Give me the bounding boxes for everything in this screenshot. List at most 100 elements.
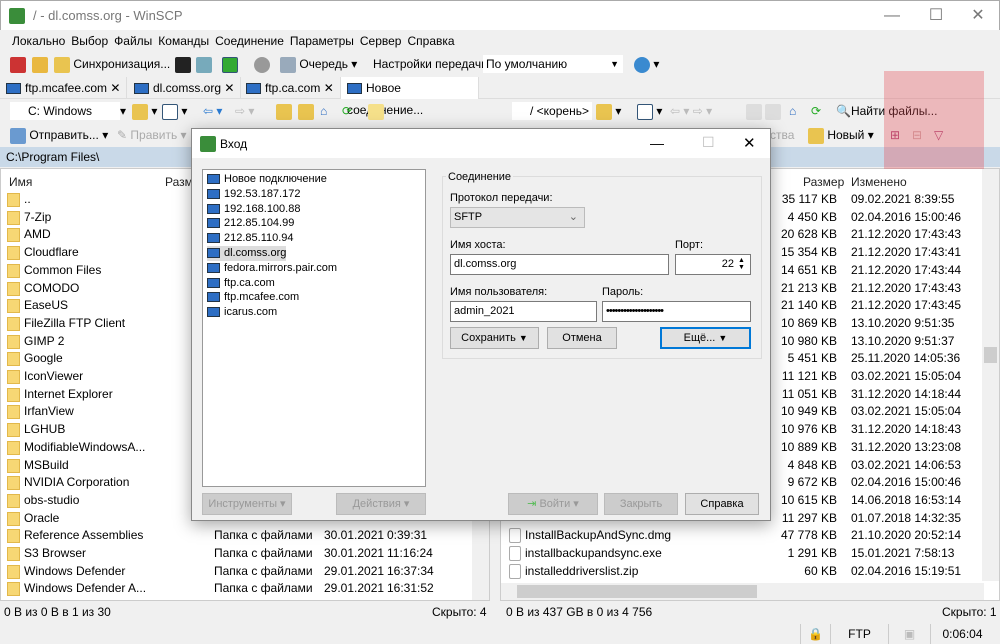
group-label: Соединение xyxy=(446,171,514,183)
tab-new-connection[interactable]: Новое соединение... xyxy=(341,77,479,117)
refresh-icon[interactable] xyxy=(222,56,238,73)
table-row[interactable]: installbackupandsync.exe 1 291 KB 15.01.20… xyxy=(501,545,999,563)
menu-options[interactable]: Параметры xyxy=(287,30,357,52)
open-folder-icon[interactable] xyxy=(596,103,612,120)
file-name: IconViewer xyxy=(24,369,84,383)
more-button[interactable]: Ещё... ▼ xyxy=(660,327,751,349)
help-button[interactable]: Справка xyxy=(685,493,759,515)
remote-horizontal-scrollbar[interactable] xyxy=(501,583,984,600)
site-item[interactable]: fedora.mirrors.pair.com xyxy=(207,261,337,276)
gear-icon[interactable] xyxy=(254,56,270,73)
tab-ftp-mcafee[interactable]: ftp.mcafee.com ✕ xyxy=(0,77,128,99)
transfer-preset-select[interactable]: По умолчанию ▼ xyxy=(483,55,623,73)
close-tab-icon[interactable]: ✕ xyxy=(110,81,120,95)
close-button[interactable]: ✕ xyxy=(955,1,1000,31)
close-tab-icon[interactable]: ✕ xyxy=(224,81,234,95)
compare-icon[interactable] xyxy=(10,56,26,73)
save-button[interactable]: Сохранить ▼ xyxy=(450,327,539,349)
column-size[interactable]: Разм xyxy=(165,172,193,192)
menu-files[interactable]: Файлы xyxy=(111,30,155,52)
table-row[interactable]: S3 Browser Папка с файлами 30.01.2021 11:16… xyxy=(1,545,489,563)
send-button[interactable]: Отправить... ▾ xyxy=(10,126,108,144)
refresh-icon[interactable]: ⟳ xyxy=(811,102,821,120)
site-item[interactable]: ftp.mcafee.com xyxy=(207,290,299,305)
new-site-item[interactable]: Новое подключение xyxy=(207,172,327,187)
host-input[interactable]: dl.comss.org xyxy=(450,254,669,275)
putty-icon[interactable] xyxy=(196,56,212,73)
file-size: 11 051 KB xyxy=(781,386,837,401)
table-row[interactable]: Windows Defender A... Папка с файлами 29.0… xyxy=(1,580,489,598)
close-tab-icon[interactable]: ✕ xyxy=(324,81,334,95)
table-row[interactable]: InstallBackupAndSync.dmg 47 778 KB 21.10.2… xyxy=(501,527,999,545)
maximize-button[interactable]: ☐ xyxy=(913,1,959,31)
file-name: IrfanView xyxy=(24,404,74,419)
filter-icon[interactable] xyxy=(637,103,653,120)
tools-button[interactable]: Инструменты ▾ xyxy=(202,493,292,515)
forward-icon[interactable]: ⇨ ▾ xyxy=(235,102,254,120)
filter-icon[interactable] xyxy=(162,103,178,120)
dialog-maximize-button[interactable]: ☐ xyxy=(702,134,715,151)
menu-local[interactable]: Локально xyxy=(9,30,68,52)
tab-dl-comss[interactable]: dl.comss.org ✕ xyxy=(128,77,242,99)
root-dir-icon[interactable] xyxy=(298,103,314,120)
monitor-icon xyxy=(246,83,261,95)
site-list[interactable]: Новое подключение 192.53.187.172 192.168.1… xyxy=(202,169,426,487)
column-size[interactable]: Размер xyxy=(803,172,844,192)
password-input[interactable]: •••••••••••••••••••• xyxy=(602,301,751,322)
file-modified: 03.02.2021 14:06:53 xyxy=(851,457,962,472)
site-item[interactable]: 192.168.100.88 xyxy=(207,202,300,217)
menu-help[interactable]: Справка xyxy=(404,30,457,52)
tab-ftp-ca[interactable]: ftp.ca.com ✕ xyxy=(240,77,341,99)
menu-server[interactable]: Сервер xyxy=(357,30,405,52)
file-name: Windows Defender xyxy=(24,563,126,578)
minimize-button[interactable]: — xyxy=(869,1,915,31)
queue-button[interactable]: Очередь ▾ xyxy=(280,55,357,73)
parent-dir-icon[interactable] xyxy=(276,103,292,120)
terminal-icon[interactable] xyxy=(175,56,191,73)
column-modified[interactable]: Изменено xyxy=(851,172,907,192)
site-item[interactable]: ftp.ca.com xyxy=(207,276,275,291)
site-item[interactable]: 212.85.110.94 xyxy=(207,231,294,246)
close-dialog-button[interactable]: Закрыть xyxy=(604,493,678,515)
back-icon[interactable]: ⇦ ▾ ⇨ ▾ xyxy=(670,102,712,120)
login-button[interactable]: ⇥ Войти ▾ xyxy=(508,493,598,515)
port-spinner[interactable]: ▲ ▼ xyxy=(738,257,745,271)
synchronize-button[interactable]: Синхронизация... xyxy=(54,55,170,73)
tree-icon[interactable] xyxy=(368,103,384,120)
username-input[interactable]: admin_2021 xyxy=(450,301,597,322)
refresh-icon[interactable]: ⟳ xyxy=(342,102,352,120)
site-item[interactable]: 192.53.187.172 xyxy=(207,187,300,202)
table-row[interactable]: Reference Assemblies Папка с файлами 30.01… xyxy=(1,527,489,545)
menu-select[interactable]: Выбор xyxy=(68,30,111,52)
root-dir-icon[interactable] xyxy=(765,103,782,120)
dialog-close-button[interactable]: ✕ xyxy=(743,134,756,152)
column-name[interactable]: Имя xyxy=(9,172,32,192)
home-icon[interactable]: ⌂ xyxy=(789,102,796,120)
site-item[interactable]: icarus.com xyxy=(207,305,277,320)
back-icon[interactable]: ⇦ ▾ xyxy=(203,102,222,120)
local-drive-select[interactable]: C: Windows xyxy=(10,102,120,120)
file-modified: 02.04.2016 15:00:46 xyxy=(851,475,962,490)
menu-connection[interactable]: Соединение xyxy=(212,30,287,52)
edit-button[interactable]: ✎ Править ▾ xyxy=(117,126,187,144)
cancel-button[interactable]: Отмена xyxy=(547,327,617,349)
new-button[interactable]: Новый ▾ xyxy=(808,126,874,144)
folder-icon xyxy=(7,458,20,473)
file-size: 10 869 KB xyxy=(780,315,837,330)
table-row[interactable]: Windows Defender Папка с файлами 29.01.202… xyxy=(1,563,489,581)
globe-button[interactable]: ▾ xyxy=(634,55,659,73)
menu-commands[interactable]: Команды xyxy=(155,30,212,52)
remote-path-select[interactable]: / <корень> xyxy=(512,102,592,120)
table-row[interactable]: installeddriverslist.zip 60 KB 02.04.2016 … xyxy=(501,563,999,581)
dialog-minimize-button[interactable]: — xyxy=(650,135,664,151)
protocol-select[interactable]: SFTP ⌄ xyxy=(450,207,585,228)
home-icon[interactable]: ⌂ xyxy=(320,102,327,120)
open-folder-icon[interactable] xyxy=(132,103,148,120)
remote-vertical-scrollbar[interactable] xyxy=(982,169,999,581)
properties-button[interactable]: ства xyxy=(770,126,794,144)
synchronize-browse-icon[interactable] xyxy=(32,56,48,73)
site-item[interactable]: dl.comss.org xyxy=(207,246,287,261)
parent-dir-icon[interactable] xyxy=(746,103,762,120)
actions-button[interactable]: Действия ▾ xyxy=(336,493,426,515)
site-item[interactable]: 212.85.104.99 xyxy=(207,216,294,231)
